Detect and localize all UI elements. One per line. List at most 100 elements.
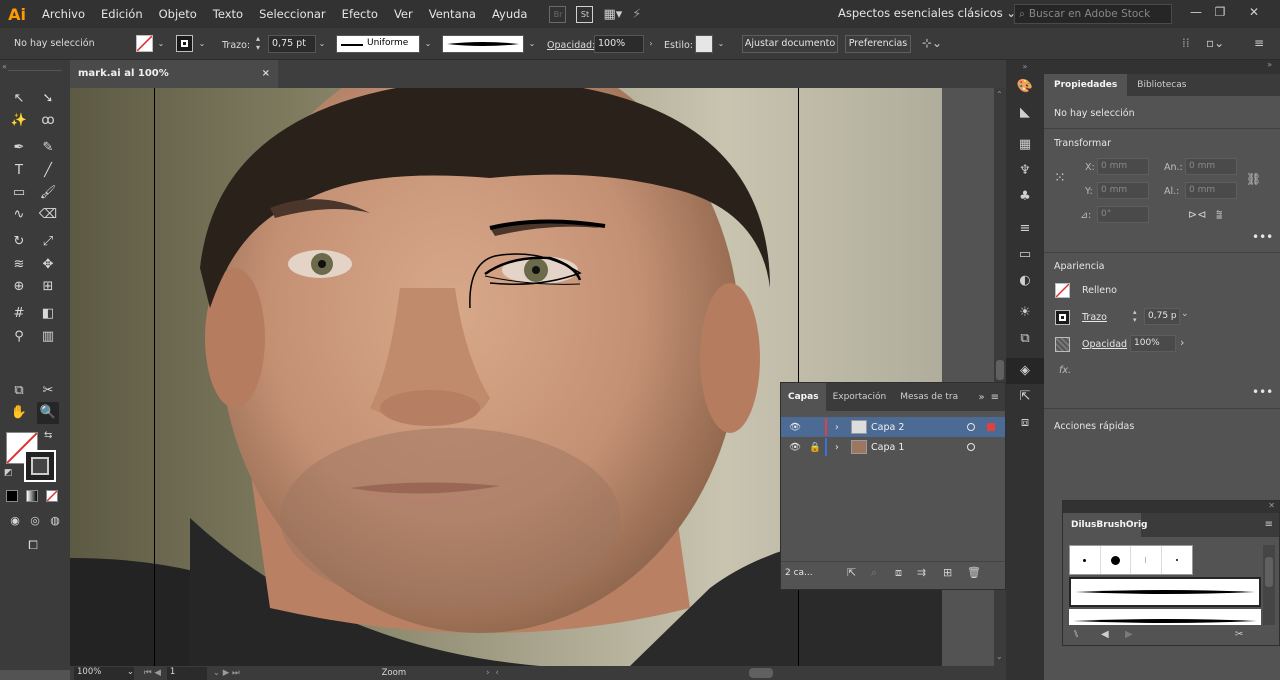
swatches-panel-icon[interactable]: ▦ xyxy=(1006,132,1044,158)
graphic-style-swatch[interactable] xyxy=(695,35,713,53)
warp-tool-icon[interactable]: ≋ xyxy=(8,254,30,276)
stroke-panel-icon[interactable]: ≡ xyxy=(1006,216,1044,242)
artboard-tool-icon[interactable]: ⧉ xyxy=(8,380,30,402)
graph-tool-icon[interactable]: ▥ xyxy=(37,326,59,348)
appearance-opacity-label[interactable]: Opacidad xyxy=(1082,339,1127,350)
width-field[interactable]: 0 mm xyxy=(1185,158,1237,175)
menu-seleccionar[interactable]: Seleccionar xyxy=(251,0,334,28)
reference-point-icon[interactable]: ⁙ xyxy=(1054,170,1066,186)
menu-texto[interactable]: Texto xyxy=(205,0,251,28)
close-panel-icon[interactable]: ✕ xyxy=(1268,501,1275,510)
artboards-panel-icon[interactable]: ⧈ xyxy=(1006,410,1044,436)
appearance-fill-swatch[interactable] xyxy=(1055,283,1070,298)
fx-button[interactable]: fx. xyxy=(1059,365,1071,376)
opacity-field[interactable]: 100% xyxy=(594,35,644,53)
stroke-swatch[interactable] xyxy=(176,35,193,52)
style-dropdown-icon[interactable]: ⌄ xyxy=(715,35,727,52)
brush-scroll-thumb[interactable] xyxy=(1265,557,1273,587)
curvature-tool-icon[interactable]: ✎ xyxy=(37,137,59,159)
expand-layer-icon[interactable]: › xyxy=(835,442,847,453)
vertical-scroll-thumb[interactable] xyxy=(996,360,1004,380)
close-tab-icon[interactable]: × xyxy=(262,60,270,88)
constrain-proportions-icon[interactable]: ⛓ xyxy=(1246,172,1261,186)
transform-more-icon[interactable]: ••• xyxy=(1252,230,1273,244)
layers-panel-icon[interactable]: ◈ xyxy=(1006,358,1044,384)
panel-options-icon[interactable]: ▫⌄ xyxy=(1206,36,1224,50)
fill-swatch[interactable] xyxy=(136,35,153,52)
make-clipping-mask-icon[interactable]: ⧈ xyxy=(895,566,902,580)
symbols-panel-icon[interactable]: ♣ xyxy=(1006,184,1044,210)
appearance-panel-icon[interactable]: ☀ xyxy=(1006,300,1044,326)
align-options-icon[interactable]: ⊹⌄ xyxy=(922,36,942,50)
angle-field[interactable]: 0° xyxy=(1097,206,1149,223)
draw-inside-icon[interactable]: ◍ xyxy=(44,510,66,532)
opacity-arrow-icon[interactable]: › xyxy=(645,35,657,52)
adjust-document-button[interactable]: Ajustar documento xyxy=(742,35,838,53)
restore-icon[interactable]: ❐ xyxy=(1210,2,1230,22)
height-field[interactable]: 0 mm xyxy=(1185,182,1237,199)
appearance-stroke-label[interactable]: Trazo xyxy=(1082,312,1107,323)
create-sublayer-icon[interactable]: ⇉ xyxy=(917,566,926,579)
menu-edicion[interactable]: Edición xyxy=(93,0,151,28)
delete-layer-icon[interactable]: 🗑 xyxy=(967,566,981,579)
free-transform-tool-icon[interactable]: ✥ xyxy=(37,254,59,276)
brushes-panel-icon[interactable]: ♆ xyxy=(1006,158,1044,184)
layer-row[interactable]: 👁 🔒 › Capa 1 xyxy=(781,437,1005,457)
appearance-more-icon[interactable]: ••• xyxy=(1252,385,1273,399)
menu-ventana[interactable]: Ventana xyxy=(421,0,484,28)
tab-capas[interactable]: Capas xyxy=(781,383,826,411)
appearance-opacity-field[interactable]: 100% xyxy=(1130,335,1176,352)
selected-brush-stroke[interactable] xyxy=(1069,577,1261,607)
tab-mesas-de-trabajo[interactable]: Mesas de tra xyxy=(893,383,965,411)
arrange-documents-icon[interactable]: ▦▾ xyxy=(603,7,622,22)
asset-export-icon[interactable]: ⇱ xyxy=(1006,384,1044,410)
more-tabs-icon[interactable]: » xyxy=(978,392,990,403)
transparency-panel-icon[interactable]: ◐ xyxy=(1006,268,1044,294)
shaper-tool-icon[interactable]: ∿ xyxy=(8,204,30,226)
brush-tools-icon[interactable]: ✂ xyxy=(1235,629,1243,640)
none-mode-icon[interactable] xyxy=(46,490,58,502)
rotate-tool-icon[interactable]: ↻ xyxy=(8,231,30,253)
brush-swatch[interactable] xyxy=(1162,546,1192,574)
gradient-tool-icon[interactable]: ◧ xyxy=(37,303,59,325)
eye-icon[interactable]: 👁 xyxy=(781,442,809,453)
opacity-label[interactable]: Opacidad: xyxy=(547,40,595,51)
shape-builder-tool-icon[interactable]: ⊕ xyxy=(8,276,30,298)
stroke-color-box[interactable] xyxy=(24,450,56,482)
menu-ver[interactable]: Ver xyxy=(386,0,421,28)
eyedropper-tool-icon[interactable]: ⚲ xyxy=(8,326,30,348)
type-tool-icon[interactable]: T xyxy=(8,160,30,182)
next-library-icon[interactable]: ▶ xyxy=(1125,629,1133,640)
slice-tool-icon[interactable]: ✂ xyxy=(37,380,59,402)
stroke-stepper-icon[interactable]: ▴ ▾ xyxy=(256,34,260,52)
zoom-level-field[interactable]: 100% ⌄ xyxy=(74,666,134,680)
stroke-weight-dropdown-icon[interactable]: ⌄ xyxy=(316,35,328,52)
tab-bibliotecas[interactable]: Bibliotecas xyxy=(1127,74,1196,96)
close-window-icon[interactable]: ✕ xyxy=(1244,2,1264,22)
zoom-tool-icon[interactable]: 🔍 xyxy=(37,402,59,424)
pen-tool-icon[interactable]: ✒ xyxy=(8,137,30,159)
rectangle-tool-icon[interactable]: ▭ xyxy=(8,182,30,204)
new-layer-icon[interactable]: ⊞ xyxy=(943,566,952,579)
mesh-tool-icon[interactable]: # xyxy=(8,303,30,325)
appearance-stroke-field[interactable]: 0,75 p xyxy=(1144,308,1180,325)
tab-propiedades[interactable]: Propiedades xyxy=(1044,74,1128,96)
status-menu-icon[interactable]: › xyxy=(486,668,489,678)
brush-stroke-swatch[interactable] xyxy=(1069,609,1261,625)
scroll-left-icon[interactable]: ‹ xyxy=(496,668,499,678)
flip-vertical-icon[interactable]: ⩰ xyxy=(1216,208,1222,222)
bridge-icon[interactable]: Br xyxy=(549,5,567,23)
menu-objeto[interactable]: Objeto xyxy=(151,0,205,28)
gpu-performance-icon[interactable]: ⚡ xyxy=(632,7,641,22)
scroll-up-icon[interactable]: ⌃ xyxy=(996,90,1003,99)
menu-ayuda[interactable]: Ayuda xyxy=(484,0,536,28)
stock-search-input[interactable]: ⌕ Buscar en Adobe Stock xyxy=(1014,4,1172,24)
draw-normal-icon[interactable]: ◉ xyxy=(4,510,26,532)
lasso-tool-icon[interactable]: ꝏ xyxy=(37,110,59,132)
workspace-switcher[interactable]: Aspectos esenciales clásicos ⌄ xyxy=(838,6,1016,20)
paintbrush-tool-icon[interactable]: 🖌 xyxy=(37,182,59,204)
line-tool-icon[interactable]: ╱ xyxy=(37,160,59,182)
screen-mode-icon[interactable]: ⧠ xyxy=(22,534,44,556)
layer-row[interactable]: 👁 › Capa 2 xyxy=(781,417,1005,437)
draw-behind-icon[interactable]: ◎ xyxy=(24,510,46,532)
